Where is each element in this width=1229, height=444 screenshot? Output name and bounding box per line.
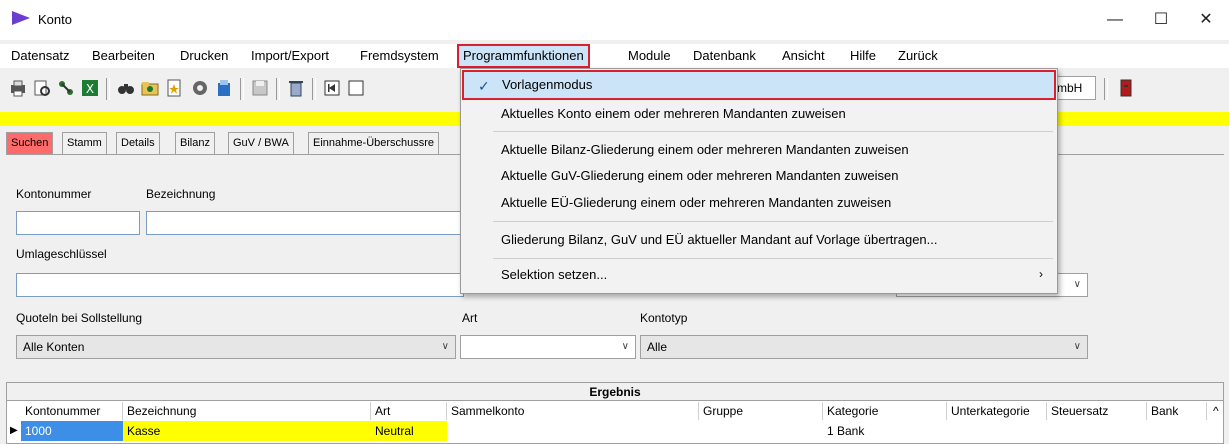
chevron-down-icon: ∨ [1073, 341, 1081, 352]
column-header-bank[interactable]: Bank [1147, 402, 1207, 420]
art-select[interactable]: ∨ [460, 335, 636, 359]
kontonummer-input[interactable] [16, 211, 140, 235]
submenu-arrow-icon: › [1039, 267, 1043, 281]
column-header-art[interactable]: Art [371, 402, 447, 420]
menu-item-bilanz-zuweisen[interactable]: Aktuelle Bilanz-Gliederung einem oder me… [501, 142, 909, 157]
prev-record-icon[interactable] [346, 78, 366, 98]
network-icon[interactable] [56, 78, 76, 98]
toolbar-separator [276, 78, 280, 100]
menu-fremdsystem[interactable]: Fremdsystem [360, 44, 439, 68]
tab-stamm[interactable]: Stamm [62, 132, 107, 154]
close-button[interactable]: ✕ [1183, 0, 1229, 40]
exit-door-icon[interactable] [1116, 78, 1136, 98]
window-title: Konto [38, 12, 72, 27]
column-header-sammelkonto[interactable]: Sammelkonto [447, 402, 699, 420]
menu-module[interactable]: Module [628, 44, 671, 68]
mandant-combo[interactable]: mbH [1054, 76, 1096, 100]
settings-gear-icon[interactable] [190, 78, 210, 98]
recycle-bin-icon[interactable] [286, 78, 306, 98]
tab-suchen[interactable]: Suchen [6, 132, 54, 154]
checkmark-icon: ✓ [478, 78, 490, 94]
title-bar: Konto — ☐ ✕ [0, 0, 1229, 40]
bezeichnung-label: Bezeichnung [146, 187, 216, 201]
menu-bearbeiten[interactable]: Bearbeiten [92, 44, 155, 68]
binoculars-icon[interactable] [116, 78, 136, 98]
menu-zurueck[interactable]: Zurück [898, 44, 938, 68]
chevron-down-icon: ∨ [621, 341, 629, 352]
tab-einnahme-ueberschuss[interactable]: Einnahme-Überschussre [308, 132, 440, 154]
column-header-kategorie[interactable]: Kategorie [823, 402, 947, 420]
kontotyp-label: Kontotyp [640, 311, 688, 325]
menu-datensatz[interactable]: Datensatz [11, 44, 70, 68]
kontonummer-label: Kontonummer [16, 187, 92, 201]
bezeichnung-input[interactable] [146, 211, 464, 235]
tab-guv-bwa[interactable]: GuV / BWA [228, 132, 294, 154]
chevron-down-icon: ∨ [1073, 279, 1081, 290]
menu-item-konto-zuweisen[interactable]: Aktuelles Konto einem oder mehreren Mand… [501, 106, 846, 121]
menu-separator [493, 221, 1053, 222]
menu-item-eue-zuweisen[interactable]: Aktuelle EÜ-Gliederung einem oder mehrer… [501, 195, 891, 210]
menu-hilfe[interactable]: Hilfe [850, 44, 876, 68]
menu-bar: Datensatz Bearbeiten Drucken Import/Expo… [0, 44, 1229, 68]
first-record-icon[interactable] [322, 78, 342, 98]
cell-kategorie[interactable]: 1 Bank [823, 421, 947, 441]
results-title: Ergebnis [7, 383, 1223, 401]
menu-item-guv-zuweisen[interactable]: Aktuelle GuV-Gliederung einem oder mehre… [501, 168, 898, 183]
umlageschluessel-input[interactable] [16, 273, 464, 297]
toolbar-separator [106, 78, 110, 100]
menu-ansicht[interactable]: Ansicht [782, 44, 825, 68]
toolbar-separator [1104, 78, 1108, 100]
column-header-unterkategorie[interactable]: Unterkategorie [947, 402, 1047, 420]
results-table: Ergebnis Kontonummer Bezeichnung Art Sam… [6, 382, 1224, 444]
menu-item-selektion-setzen[interactable]: Selektion setzen... [501, 267, 607, 282]
toolbar-separator [240, 78, 244, 100]
tab-details[interactable]: Details [116, 132, 160, 154]
menu-datenbank[interactable]: Datenbank [693, 44, 756, 68]
row-selector-icon: ▶ [10, 425, 18, 436]
tab-bilanz[interactable]: Bilanz [175, 132, 215, 154]
excel-icon[interactable]: X [80, 78, 100, 98]
umlageschluessel-label: Umlageschlüssel [16, 247, 107, 261]
mandant-combo-value: mbH [1057, 81, 1083, 95]
cell-bezeichnung[interactable]: Kasse [123, 421, 371, 441]
column-header-kontonummer[interactable]: Kontonummer [21, 402, 123, 420]
cell-art[interactable]: Neutral [371, 421, 447, 441]
kontotyp-select[interactable]: Alle ∨ [640, 335, 1088, 359]
save-icon[interactable] [250, 78, 270, 98]
art-label: Art [462, 311, 478, 325]
svg-text:X: X [86, 82, 94, 96]
chevron-down-icon: ∨ [441, 341, 449, 352]
quoteln-select-value: Alle Konten [23, 340, 85, 354]
new-record-icon[interactable] [214, 78, 234, 98]
print-icon[interactable] [8, 78, 28, 98]
quoteln-select[interactable]: Alle Konten ∨ [16, 335, 456, 359]
document-star-icon[interactable] [164, 78, 184, 98]
menu-item-label: Vorlagenmodus [502, 77, 593, 92]
minimize-button[interactable]: — [1092, 0, 1138, 40]
maximize-button[interactable]: ☐ [1138, 0, 1184, 40]
column-header-bezeichnung[interactable]: Bezeichnung [123, 402, 371, 420]
menu-separator [493, 131, 1053, 132]
column-header-steuersatz[interactable]: Steuersatz [1047, 402, 1147, 420]
print-preview-icon[interactable] [32, 78, 52, 98]
toolbar-separator [312, 78, 316, 100]
menu-programmfunktionen[interactable]: Programmfunktionen [457, 44, 590, 68]
column-header-gruppe[interactable]: Gruppe [699, 402, 823, 420]
menu-item-gliederung-uebertragen[interactable]: Gliederung Bilanz, GuV und EÜ aktueller … [501, 232, 938, 247]
folder-icon[interactable] [140, 78, 160, 98]
menu-drucken[interactable]: Drucken [180, 44, 228, 68]
menu-item-vorlagenmodus[interactable]: ✓ Vorlagenmodus [462, 70, 1056, 100]
app-arrow-icon [12, 11, 30, 25]
menu-import-export[interactable]: Import/Export [251, 44, 329, 68]
kontotyp-select-value: Alle [647, 340, 668, 354]
menu-separator [493, 258, 1053, 259]
programmfunktionen-menu: ✓ Vorlagenmodus Aktuelles Konto einem od… [460, 68, 1058, 294]
scroll-up-icon[interactable]: ^ [1209, 402, 1223, 420]
quoteln-label: Quoteln bei Sollstellung [16, 311, 143, 325]
cell-kontonummer[interactable]: 1000 [21, 421, 123, 441]
